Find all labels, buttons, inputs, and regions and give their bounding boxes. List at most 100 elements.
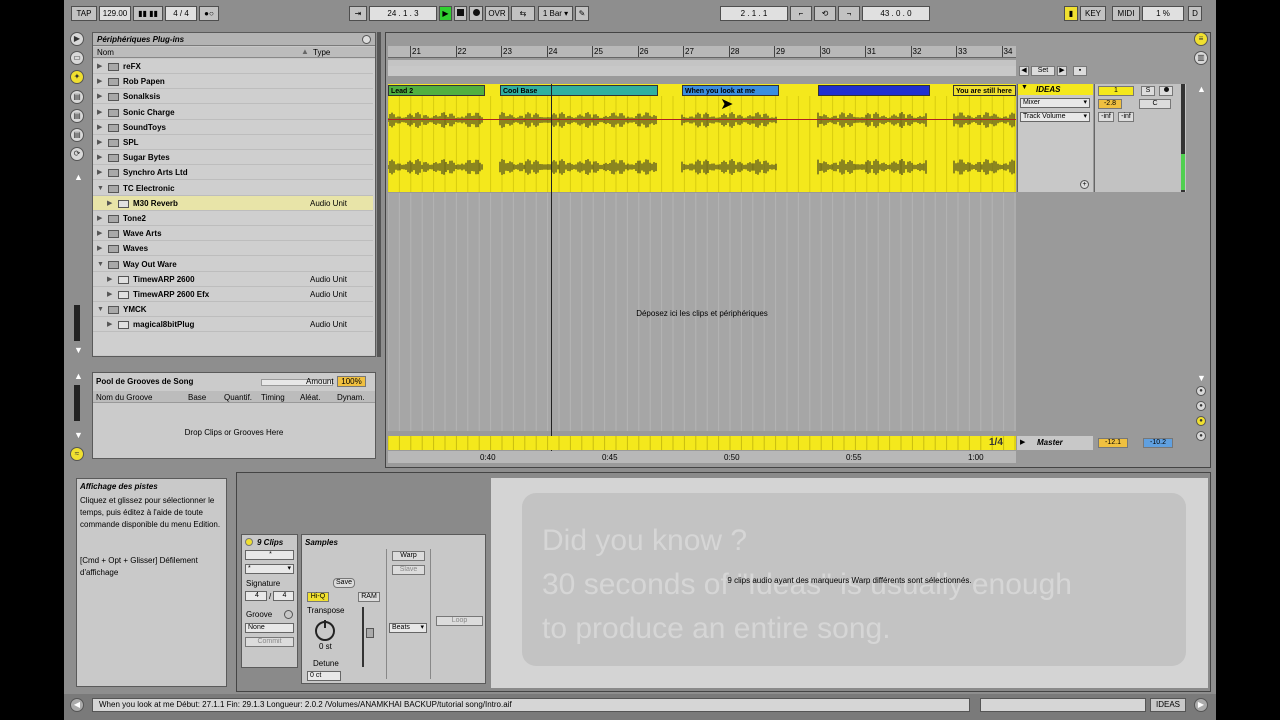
browser-row[interactable]: ▶ reFX [93,59,373,74]
master-header[interactable]: ▶ Master [1017,436,1093,450]
browser-row[interactable]: ▶ TimewARP 2600 Audio Unit [93,272,373,287]
ram-button[interactable]: RAM [358,592,380,602]
track-activator[interactable]: 1 [1098,86,1134,96]
slave-button[interactable]: Slave [392,565,425,575]
groove-col-header[interactable]: Quantif. [224,393,252,402]
collapsed-arrow-icon[interactable]: ▶ [97,89,102,104]
add-lane-icon[interactable]: + [1080,180,1089,189]
clip-header[interactable]: Everybody's [818,85,930,96]
expanded-arrow-icon[interactable]: ▼ [97,257,104,272]
automation-line[interactable] [388,119,1016,120]
master-vol-2[interactable]: -10.2 [1143,438,1173,448]
browser-row[interactable]: ▼ TC Electronic [93,181,373,196]
midi-map-button[interactable]: MIDI [1112,6,1140,21]
ideas-track-lane[interactable] [388,84,1016,192]
browser-row[interactable]: ▶ Waves [93,241,373,257]
loop-start-field[interactable]: 2 . 1 . 1 [720,6,788,21]
hiq-button[interactable]: Hi-Q [307,592,329,602]
plugin-devices-button[interactable]: ✦ [70,70,84,84]
groove-col-header[interactable]: Aléat. [300,393,320,402]
browser-row[interactable]: ▶ Sugar Bytes [93,150,373,166]
col-type[interactable]: Type [313,48,330,57]
file-browser-1-button[interactable]: ▤ [70,90,84,104]
save-button[interactable]: Save [333,578,355,588]
browser-row[interactable]: ▶ Sonalksis [93,89,373,105]
groove-col-header[interactable]: Dynam. [337,393,365,402]
groove-scroll-up-icon[interactable]: ▲ [74,371,83,381]
warp-button[interactable]: Warp [392,551,425,561]
arrangement-view-button[interactable]: ▥ [1194,51,1208,65]
collapsed-arrow-icon[interactable]: ▶ [97,74,102,89]
clip-header[interactable]: You are still here [953,85,1016,96]
col-name[interactable]: Nom [97,48,114,57]
pan-field[interactable]: C [1139,99,1171,109]
detune-field[interactable]: 0 ct [307,671,341,681]
tap-button[interactable]: TAP [71,6,97,21]
hot-swap-button[interactable]: ⟳ [70,147,84,161]
overdub-button[interactable]: OVR [485,6,509,21]
browser-row[interactable]: ▶ SPL [93,135,373,150]
info-toggle-button[interactable]: ◀ [70,698,84,712]
groove-col-header[interactable]: Timing [261,393,285,402]
loop-brace[interactable] [388,66,1016,76]
collapsed-arrow-icon[interactable]: ▶ [107,287,112,302]
groove-hot-swap-icon[interactable] [284,610,293,619]
collapsed-arrow-icon[interactable]: ▶ [97,150,102,165]
browser-row[interactable]: ▼ YMCK [93,302,373,318]
expanded-arrow-icon[interactable]: ▼ [97,302,104,317]
lock-button[interactable]: ▪ [1073,66,1087,76]
collapsed-arrow-icon[interactable]: ▶ [107,272,112,287]
master-lane[interactable] [388,436,1016,450]
clip-header[interactable]: Cool Base [500,85,658,96]
punch-in-button[interactable]: ⌐ [790,6,812,21]
collapsed-arrow-icon[interactable]: ▶ [97,135,102,150]
clip-activator-icon[interactable] [245,538,253,546]
file-browser-3-button[interactable]: ▤ [70,128,84,142]
gain-slider-handle[interactable] [366,628,374,638]
file-browser-2-button[interactable]: ▤ [70,109,84,123]
groove-col-header[interactable]: Nom du Groove [96,393,152,402]
sig-numerator[interactable]: 4 [245,591,267,601]
browser-row[interactable]: ▶ SoundToys [93,120,373,135]
browser-splitter[interactable] [377,32,381,357]
arm-button[interactable] [1159,86,1173,96]
quantize-select[interactable]: 1 Bar ▾ [538,6,573,21]
mixer-toggle[interactable]: ● [1196,416,1206,426]
browser-row[interactable]: ▶ Tone2 [93,211,373,226]
collapsed-arrow-icon[interactable]: ▶ [97,211,102,226]
collapsed-arrow-icon[interactable]: ▶ [97,226,102,241]
draw-mode-button[interactable]: ✎ [575,6,589,21]
master-fold-icon[interactable]: ▶ [1020,438,1025,446]
mixer-select[interactable]: Mixer ▾ [1020,98,1090,108]
set-locator-button[interactable]: Set [1031,66,1055,76]
fold-icon[interactable]: ▼ [1021,84,1028,91]
scroll-up-icon[interactable]: ▲ [74,172,83,182]
amount-field[interactable]: 100% [337,376,366,387]
scene-button[interactable]: ⇆ [511,6,535,21]
browser-row[interactable]: ▶ M30 Reverb Audio Unit [93,195,373,211]
crossfade-toggle[interactable]: ● [1196,431,1206,441]
collapsed-arrow-icon[interactable]: ▶ [97,105,102,120]
expanded-arrow-icon[interactable]: ▼ [97,181,104,196]
browser-row[interactable]: ▼ Way Out Ware [93,257,373,272]
session-view-button[interactable]: ≡ [1194,32,1208,46]
browser-scrollbar[interactable] [74,305,80,341]
arr-scroll-down-icon[interactable]: ▼ [1197,373,1206,383]
collapsed-arrow-icon[interactable]: ▶ [107,317,112,332]
beat-ruler[interactable]: 21 22 23 24 25 26 27 28 29 30 31 32 33 34 [388,46,1016,58]
groove-col-header[interactable]: Base [188,393,206,402]
groove-scrollbar[interactable] [74,385,80,421]
scroll-down-icon[interactable]: ▼ [74,345,83,355]
browser-row[interactable]: ▶ Wave Arts [93,226,373,242]
nudge-buttons[interactable]: ▮▮ ▮▮ [133,6,163,21]
loop-length-field[interactable]: 43 . 0 . 0 [862,6,930,21]
sends-toggle[interactable]: ● [1196,401,1206,411]
live-devices-button[interactable]: ▭ [70,51,84,65]
browser-row[interactable]: ▶ Rob Papen [93,74,373,90]
master-vol-1[interactable]: -12.1 [1098,438,1128,448]
clip-header[interactable]: Lead 2 [388,85,485,96]
stop-button[interactable] [454,6,467,21]
meter-field[interactable]: 4 / 4 [165,6,197,21]
sig-denominator[interactable]: 4 [273,591,294,601]
key-map-button[interactable]: KEY [1080,6,1106,21]
